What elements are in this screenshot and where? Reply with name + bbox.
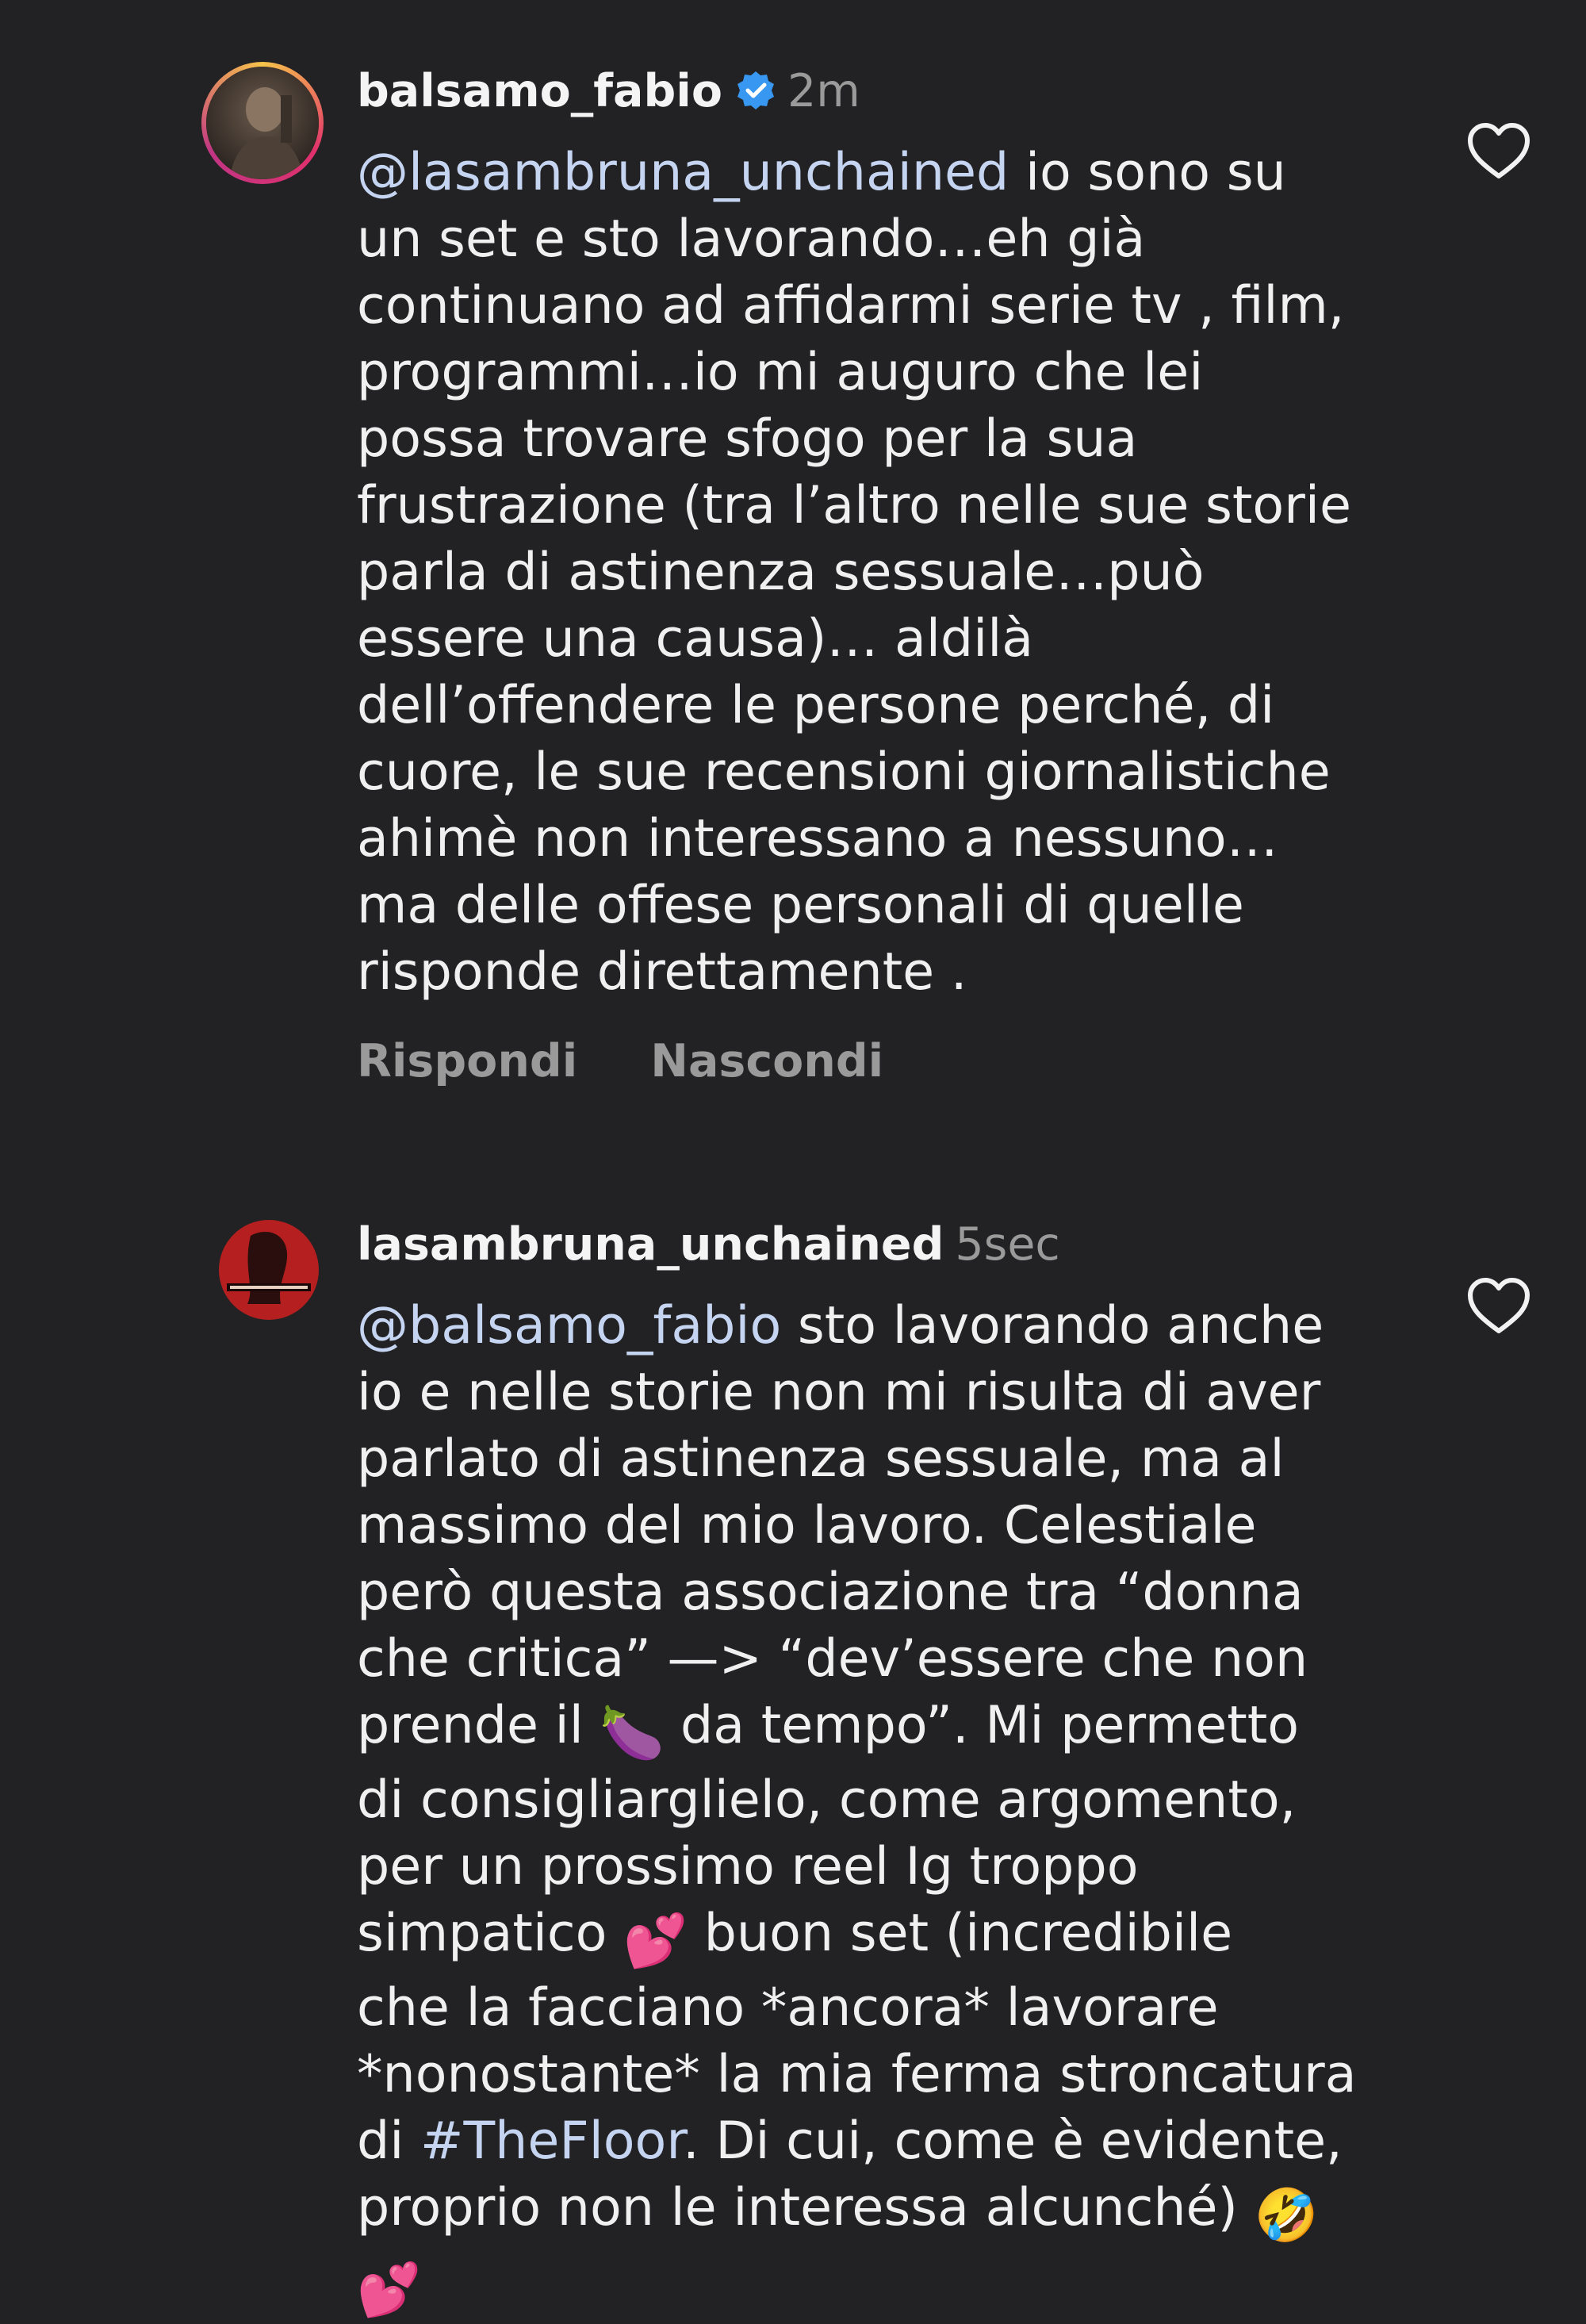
comment-username[interactable]: balsamo_fabio — [357, 65, 722, 117]
mention-link[interactable]: @balsamo_fabio — [357, 1296, 781, 1356]
rofl-emoji: 🤣 — [1254, 2186, 1319, 2245]
hashtag-link[interactable]: #TheFloor — [420, 2111, 683, 2171]
comment-text: @lasambruna_unchained io sono su un set … — [357, 143, 1351, 1002]
comment-text: @balsamo_fabio sto lavorando anche io e … — [357, 1293, 1483, 2324]
comment-time: 2m — [787, 65, 860, 117]
verified-badge-icon — [735, 68, 776, 109]
avatar-balsamo-fabio[interactable] — [206, 67, 319, 179]
comment-time: 5sec — [955, 1218, 1060, 1271]
hide-button[interactable]: Nascondi — [650, 1035, 883, 1087]
two-hearts-emoji: 💕 — [623, 1912, 688, 1971]
mention-link[interactable]: @lasambruna_unchained — [357, 143, 1009, 202]
avatar-lasambruna-unchained[interactable] — [219, 1220, 319, 1320]
eggplant-emoji: 🍆 — [600, 1704, 665, 1763]
reply-button[interactable]: Rispondi — [357, 1035, 577, 1087]
comment-username[interactable]: lasambruna_unchained — [357, 1218, 944, 1271]
two-hearts-emoji: 💕 — [357, 2261, 421, 2320]
